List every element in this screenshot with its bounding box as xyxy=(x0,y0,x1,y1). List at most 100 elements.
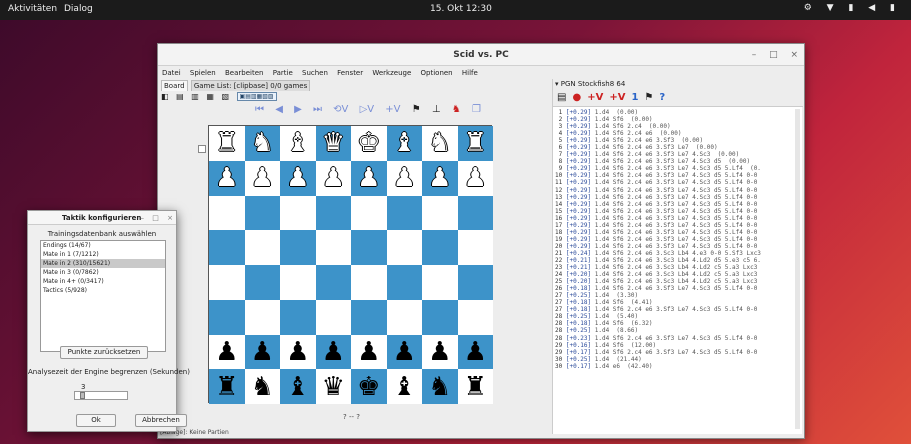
white-piece-icon[interactable]: ♝ xyxy=(286,130,309,156)
database-list-item[interactable]: Endings (14/67) xyxy=(41,241,165,250)
board-square[interactable]: ♟ xyxy=(422,160,458,196)
engine-toolbar-icon[interactable]: +V xyxy=(587,92,603,103)
board-square[interactable]: ♝ xyxy=(280,369,316,404)
board-square[interactable] xyxy=(315,265,351,300)
white-piece-icon[interactable]: ♟ xyxy=(286,165,309,191)
white-piece-icon[interactable]: ♟ xyxy=(215,165,238,191)
board-square[interactable] xyxy=(280,265,316,300)
engine-scrollbar[interactable] xyxy=(795,109,800,429)
board-square[interactable] xyxy=(386,299,422,335)
black-piece-icon[interactable]: ♜ xyxy=(464,374,487,400)
board-square[interactable] xyxy=(209,265,245,300)
board-square[interactable]: ♟ xyxy=(351,334,387,370)
board-square[interactable] xyxy=(386,195,422,231)
board-square[interactable]: ♟ xyxy=(315,160,351,196)
minimize-button[interactable]: – xyxy=(752,50,757,60)
exit-variation-icon[interactable]: ⟲V xyxy=(333,104,348,115)
database-list-item[interactable]: Mate in 1 (7/1212) xyxy=(41,250,165,259)
engine-toolbar-icon[interactable]: ⚑ xyxy=(644,92,653,103)
database-list-item[interactable]: Mate in 3 (0/7862) xyxy=(41,268,165,277)
white-piece-icon[interactable]: ♟ xyxy=(251,165,274,191)
board-square[interactable] xyxy=(422,195,458,231)
add-variation-icon[interactable]: +V xyxy=(385,104,400,115)
engine-line[interactable]: 10 [+0.29] 1.d4 Sf6 2.c4 e6 3.Sf3 Le7 4.… xyxy=(555,172,795,179)
menu-suchen[interactable]: Suchen xyxy=(302,69,328,77)
board-square[interactable]: ♟ xyxy=(280,160,316,196)
white-piece-icon[interactable]: ♟ xyxy=(322,165,345,191)
chessboard[interactable]: ♜ ♞ ♝ ♛ ♚ ♝ ♞ ♜ ♟ ♟ ♟ ♟ ♟ ♟ ♟ ♟ ♟ ♟ ♟ ♟ ♟ ♟ ♟ ♟ ♜ ♞ ♝ ♛ ♚ ♝ ♞ ♜ xyxy=(208,125,493,404)
board-square[interactable] xyxy=(386,265,422,300)
menu-datei[interactable]: Datei xyxy=(162,69,181,77)
engine-line[interactable]: 15 [+0.29] 1.d4 Sf6 2.c4 e6 3.Sf3 Le7 4.… xyxy=(555,208,795,215)
board-square[interactable]: ♛ xyxy=(315,369,351,404)
black-piece-icon[interactable]: ♜ xyxy=(215,374,238,400)
board-square[interactable]: ♟ xyxy=(244,334,280,370)
board-square[interactable]: ♟ xyxy=(315,334,351,370)
board-square[interactable] xyxy=(244,299,280,335)
white-piece-icon[interactable]: ♟ xyxy=(428,165,451,191)
grid-icon[interactable]: ▥ xyxy=(191,92,199,101)
board-square[interactable]: ♞ xyxy=(422,126,458,161)
slider-handle[interactable] xyxy=(80,392,85,399)
engine-toolbar-icon[interactable]: ? xyxy=(659,92,665,103)
maximize-button[interactable]: □ xyxy=(769,50,778,60)
board-square[interactable] xyxy=(351,230,387,265)
board-square[interactable]: ♜ xyxy=(209,126,245,161)
database-list-item[interactable]: Tactics (5/928) xyxy=(41,286,165,295)
black-piece-icon[interactable]: ♟ xyxy=(428,339,451,365)
engine-output[interactable]: 1 [+0.29] 1.d4 (0.00) 2 [+0.29] 1.d4 Sf6… xyxy=(555,109,795,431)
board-square[interactable] xyxy=(209,195,245,231)
board-square[interactable]: ♚ xyxy=(351,126,387,161)
board-square[interactable] xyxy=(280,299,316,335)
engine-line[interactable]: 14 [+0.29] 1.d4 Sf6 2.c4 e6 3.Sf3 Le7 4.… xyxy=(555,201,795,208)
engine-line[interactable]: 28 [+0.25] 1.d4 (5.40) xyxy=(555,313,795,320)
board-square[interactable] xyxy=(422,265,458,300)
board-square[interactable]: ♟ xyxy=(351,160,387,196)
black-piece-icon[interactable]: ♛ xyxy=(322,374,345,400)
black-piece-icon[interactable]: ♟ xyxy=(393,339,416,365)
black-piece-icon[interactable]: ♝ xyxy=(286,374,309,400)
engine-toolbar-icon[interactable]: 1 xyxy=(631,92,638,103)
engine-line[interactable]: 27 [+0.25] 1.d4 (3.30) xyxy=(555,292,795,299)
engine-toolbar-icon[interactable]: +V xyxy=(609,92,625,103)
black-piece-icon[interactable]: ♟ xyxy=(286,339,309,365)
board-square[interactable]: ♚ xyxy=(351,369,387,404)
engine-line[interactable]: 20 [+0.29] 1.d4 Sf6 2.c4 e6 3.Sf3 Le7 4.… xyxy=(555,243,795,250)
board-square[interactable]: ♜ xyxy=(209,369,245,404)
board-square[interactable]: ♞ xyxy=(244,126,280,161)
board-square[interactable] xyxy=(244,230,280,265)
knight-icon[interactable]: ♞ xyxy=(452,104,461,115)
board-square[interactable]: ♜ xyxy=(457,126,493,161)
enter-variation-icon[interactable]: ▷V xyxy=(360,104,375,115)
white-piece-icon[interactable]: ♟ xyxy=(464,165,487,191)
cancel-button[interactable]: Abbrechen xyxy=(135,414,187,427)
engine-line[interactable]: 12 [+0.29] 1.d4 Sf6 2.c4 e6 3.Sf3 Le7 4.… xyxy=(555,187,795,194)
white-piece-icon[interactable]: ♜ xyxy=(215,130,238,156)
engine-line[interactable]: 13 [+0.29] 1.d4 Sf6 2.c4 e6 3.Sf3 Le7 4.… xyxy=(555,194,795,201)
first-move-icon[interactable]: ⏮ xyxy=(255,104,264,115)
tab-game-list[interactable]: Game List: [clipbase] 0/0 games xyxy=(190,80,311,91)
board-square[interactable] xyxy=(351,299,387,335)
engine-line[interactable]: 3 [+0.29] 1.d4 Sf6 2.c4 (0.00) xyxy=(555,123,795,130)
black-piece-icon[interactable]: ♟ xyxy=(464,339,487,365)
engine-line[interactable]: 28 [+0.18] 1.d4 Sf6 (6.32) xyxy=(555,320,795,327)
menu-partie[interactable]: Partie xyxy=(273,69,293,77)
engine-line[interactable]: 19 [+0.29] 1.d4 Sf6 2.c4 e6 3.Sf3 Le7 4.… xyxy=(555,236,795,243)
board-square[interactable]: ♟ xyxy=(386,160,422,196)
board-square[interactable] xyxy=(315,195,351,231)
board-square[interactable] xyxy=(209,299,245,335)
layout-toolbar-box[interactable]: ▣▤▥▦▧▨ xyxy=(236,92,277,101)
engine-line[interactable]: 30 [+0.17] 1.d4 e6 (42.40) xyxy=(555,363,795,370)
engine-line[interactable]: 21 [+0.24] 1.d4 Sf6 2.c4 e6 3.Sc3 Lb4 4.… xyxy=(555,250,795,257)
board-square[interactable]: ♝ xyxy=(386,369,422,404)
board-square[interactable]: ♟ xyxy=(244,160,280,196)
board-square[interactable] xyxy=(457,195,493,231)
engine-line[interactable]: 9 [+0.29] 1.d4 Sf6 2.c4 e6 3.Sf3 Le7 4.S… xyxy=(555,165,795,172)
engine-line[interactable]: 16 [+0.29] 1.d4 Sf6 2.c4 e6 3.Sf3 Le7 4.… xyxy=(555,215,795,222)
board-square[interactable] xyxy=(386,230,422,265)
copy-icon[interactable]: ❐ xyxy=(472,104,481,115)
board-square[interactable] xyxy=(457,230,493,265)
board-square[interactable]: ♟ xyxy=(209,334,245,370)
board-square[interactable]: ♜ xyxy=(457,369,493,404)
engine-line[interactable]: 18 [+0.29] 1.d4 Sf6 2.c4 e6 3.Sf3 Le7 4.… xyxy=(555,229,795,236)
